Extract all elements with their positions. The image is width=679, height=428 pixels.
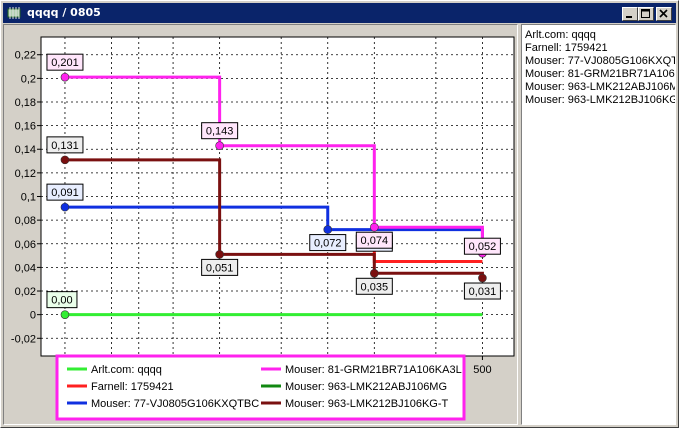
supplier-list-item[interactable]: Mouser: 81-GRM21BR71A106KA3L <box>525 68 675 81</box>
value-label: 0,091 <box>51 187 79 199</box>
supplier-list-item[interactable]: Mouser: 963-LMK212ABJ106MG <box>525 81 675 94</box>
y-tick-label: 0,02 <box>15 286 36 298</box>
value-label: 0,035 <box>361 281 389 293</box>
close-icon <box>659 9 668 18</box>
data-point <box>60 310 70 319</box>
price-chart: -0,02 0 0,02 0,04 0,06 0,08 0,1 0,12 0,14 0,16 0,1… <box>11 36 515 421</box>
supplier-list[interactable]: Arlt.com: qqqq Farnell: 1759421 Mouser: 77… <box>521 24 676 425</box>
value-label: 0,031 <box>469 286 497 298</box>
window-title: qqqq / 0805 <box>27 6 101 19</box>
value-label: 0,131 <box>51 140 79 152</box>
legend-label: Arlt.com: qqqq <box>91 364 162 376</box>
y-tick-label: 0,08 <box>15 215 36 227</box>
data-point <box>370 222 379 232</box>
value-label: 0,00 <box>51 295 72 307</box>
data-point <box>60 72 70 82</box>
data-point <box>478 273 487 283</box>
y-tick-label: 0,04 <box>15 262 36 274</box>
title-bar[interactable]: qqqq / 0805 <box>3 3 676 23</box>
app-window: qqqq / 0805 -0,02 0 0,02 0,04 0,06 0,08 0,1 0,1… <box>0 0 679 428</box>
supplier-list-item[interactable]: Farnell: 1759421 <box>525 42 608 55</box>
legend-label: Farnell: 1759421 <box>91 381 174 393</box>
value-label: 0,051 <box>206 262 234 274</box>
y-tick-label: 0,2 <box>21 73 36 85</box>
legend-label: Mouser: 81-GRM21BR71A106KA3L <box>285 364 462 376</box>
data-point <box>60 155 70 165</box>
data-point <box>323 225 333 234</box>
minimize-button[interactable] <box>622 7 638 21</box>
legend-label: Mouser: 963-LMK212ABJ106MG <box>285 381 447 393</box>
supplier-list-item[interactable]: Arlt.com: qqqq <box>525 29 596 42</box>
value-label: 0,052 <box>469 241 497 253</box>
x-tick-label: 500 <box>473 364 491 376</box>
y-tick-label: 0,06 <box>15 239 36 251</box>
value-label: 0,074 <box>361 235 389 247</box>
y-tick-label: 0,22 <box>15 50 36 62</box>
y-tick-label: -0,02 <box>11 333 36 345</box>
data-point <box>60 202 70 212</box>
y-tick-label: 0,1 <box>21 192 36 204</box>
minimize-icon <box>626 16 632 18</box>
data-point <box>370 268 379 278</box>
y-tick-label: 0,16 <box>15 121 36 133</box>
data-point <box>215 141 224 150</box>
chart-panel: -0,02 0 0,02 0,04 0,06 0,08 0,1 0,12 0,14 0,16 0,1… <box>3 24 518 425</box>
maximize-icon <box>641 9 650 18</box>
value-label: 0,201 <box>51 57 79 69</box>
maximize-button[interactable] <box>638 7 654 21</box>
data-point <box>215 250 224 259</box>
y-tick-label: 0,18 <box>15 97 36 109</box>
legend-label: Mouser: 963-LMK212BJ106KG-T <box>285 398 449 410</box>
y-tick-label: 0,12 <box>15 168 36 180</box>
supplier-list-item[interactable]: Mouser: 963-LMK212BJ106KG-T <box>525 94 675 107</box>
legend-label: Mouser: 77-VJ0805G106KXQTBC <box>91 398 259 410</box>
value-label: 0,143 <box>206 126 234 138</box>
y-tick-label: 0 <box>30 310 36 322</box>
supplier-list-item[interactable]: Mouser: 77-VJ0805G106KXQTBC <box>525 55 675 68</box>
app-icon <box>7 7 21 19</box>
value-label: 0,072 <box>314 238 342 250</box>
close-button[interactable] <box>656 7 672 21</box>
y-tick-label: 0,14 <box>15 144 36 156</box>
